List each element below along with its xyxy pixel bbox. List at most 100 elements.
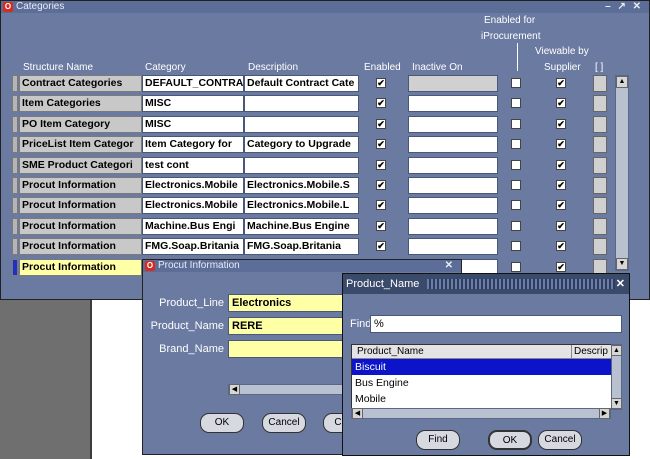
scroll-left-icon[interactable]: ◀: [352, 408, 363, 419]
iprocurement-checkbox[interactable]: [511, 160, 521, 170]
row-extra-button[interactable]: [593, 218, 607, 235]
iprocurement-checkbox[interactable]: [511, 139, 521, 149]
structure-name-cell[interactable]: Procut Information: [19, 218, 142, 235]
scroll-down-icon[interactable]: ▼: [616, 258, 628, 270]
row-selector[interactable]: [12, 157, 18, 174]
description-cell[interactable]: [244, 157, 359, 174]
inactive-on-cell[interactable]: [408, 116, 498, 133]
ok-button[interactable]: OK: [488, 430, 532, 450]
row-extra-button[interactable]: [593, 197, 607, 214]
structure-name-cell[interactable]: Procut Information: [19, 177, 142, 194]
structure-name-cell[interactable]: Item Categories: [19, 95, 142, 112]
row-extra-button[interactable]: [593, 95, 607, 112]
row-selector[interactable]: [12, 218, 18, 235]
iprocurement-checkbox[interactable]: [511, 221, 521, 231]
row-extra-button[interactable]: [593, 177, 607, 194]
enabled-checkbox[interactable]: ✔: [376, 119, 386, 129]
close-icon[interactable]: ✕: [616, 274, 625, 294]
structure-name-cell[interactable]: SME Product Categori: [19, 157, 142, 174]
category-cell[interactable]: Electronics.Mobile: [142, 197, 244, 214]
enabled-checkbox[interactable]: ✔: [376, 98, 386, 108]
lov-list-item[interactable]: Biscuit: [352, 359, 613, 375]
lov-titlebar[interactable]: Product_Name ✕: [343, 274, 629, 294]
row-selector[interactable]: [12, 259, 18, 276]
description-cell[interactable]: Machine.Bus Engine: [244, 218, 359, 235]
category-cell[interactable]: MISC: [142, 116, 244, 133]
description-cell[interactable]: [244, 95, 359, 112]
row-selector[interactable]: [12, 95, 18, 112]
iprocurement-checkbox[interactable]: [511, 98, 521, 108]
structure-name-cell[interactable]: Contract Categories: [19, 75, 142, 92]
viewable-by-supplier-checkbox[interactable]: ✔: [556, 78, 566, 88]
inactive-on-cell[interactable]: [408, 95, 498, 112]
row-extra-button[interactable]: [593, 116, 607, 133]
category-cell[interactable]: Machine.Bus Engi: [142, 218, 244, 235]
scroll-down-icon[interactable]: ▼: [611, 398, 622, 409]
category-cell[interactable]: test cont: [142, 157, 244, 174]
row-selector[interactable]: [12, 136, 18, 153]
inactive-on-cell[interactable]: [408, 238, 498, 255]
row-selector[interactable]: [12, 116, 18, 133]
iprocurement-checkbox[interactable]: [511, 200, 521, 210]
description-cell[interactable]: FMG.Soap.Britania: [244, 238, 359, 255]
structure-name-cell[interactable]: Procut Information: [19, 259, 142, 276]
viewable-by-supplier-checkbox[interactable]: ✔: [556, 160, 566, 170]
structure-name-cell[interactable]: Procut Information: [19, 238, 142, 255]
viewable-by-supplier-checkbox[interactable]: ✔: [556, 200, 566, 210]
category-cell[interactable]: FMG.Soap.Britania: [142, 238, 244, 255]
inactive-on-cell[interactable]: [408, 75, 498, 92]
description-cell[interactable]: Category to Upgrade: [244, 136, 359, 153]
description-cell[interactable]: Electronics.Mobile.S: [244, 177, 359, 194]
description-cell[interactable]: [244, 116, 359, 133]
structure-name-cell[interactable]: PriceList Item Categor: [19, 136, 142, 153]
row-selector[interactable]: [12, 177, 18, 194]
viewable-by-supplier-checkbox[interactable]: ✔: [556, 119, 566, 129]
viewable-by-supplier-checkbox[interactable]: ✔: [556, 221, 566, 231]
categories-titlebar[interactable]: O Categories – ↗ ✕: [1, 1, 649, 13]
structure-name-cell[interactable]: Procut Information: [19, 197, 142, 214]
structure-name-cell[interactable]: PO Item Category: [19, 116, 142, 133]
row-selector[interactable]: [12, 238, 18, 255]
row-selector[interactable]: [12, 75, 18, 92]
row-extra-button[interactable]: [593, 157, 607, 174]
enabled-checkbox[interactable]: ✔: [376, 221, 386, 231]
iprocurement-checkbox[interactable]: [511, 180, 521, 190]
lov-list-item[interactable]: Bus Engine: [352, 375, 613, 391]
category-cell[interactable]: Item Category for: [142, 136, 244, 153]
cancel-button[interactable]: Cancel: [262, 413, 306, 433]
enabled-checkbox[interactable]: ✔: [376, 200, 386, 210]
scroll-right-icon[interactable]: ▶: [599, 408, 610, 419]
procut-horizontal-scrollbar[interactable]: ◀: [228, 384, 353, 395]
lov-list-item[interactable]: Mobile: [352, 391, 613, 407]
lov-horizontal-scrollbar[interactable]: ◀ ▶: [351, 408, 611, 419]
category-cell[interactable]: Electronics.Mobile: [142, 177, 244, 194]
column-description[interactable]: Descrip: [571, 345, 608, 359]
inactive-on-cell[interactable]: [408, 197, 498, 214]
inactive-on-cell[interactable]: [408, 177, 498, 194]
row-selector[interactable]: [12, 197, 18, 214]
viewable-by-supplier-checkbox[interactable]: ✔: [556, 180, 566, 190]
column-product-name[interactable]: Product_Name: [357, 345, 424, 359]
row-extra-button[interactable]: [593, 136, 607, 153]
description-cell[interactable]: Electronics.Mobile.L: [244, 197, 359, 214]
inactive-on-cell[interactable]: [408, 136, 498, 153]
iprocurement-checkbox[interactable]: [511, 262, 521, 272]
enabled-checkbox[interactable]: ✔: [376, 160, 386, 170]
enabled-checkbox[interactable]: ✔: [376, 241, 386, 251]
viewable-by-supplier-checkbox[interactable]: ✔: [556, 139, 566, 149]
viewable-by-supplier-checkbox[interactable]: ✔: [556, 241, 566, 251]
ok-button[interactable]: OK: [200, 413, 244, 433]
enabled-checkbox[interactable]: ✔: [376, 180, 386, 190]
window-controls-icon[interactable]: – ↗ ✕: [605, 1, 643, 13]
find-button[interactable]: Find: [416, 430, 460, 450]
categories-vertical-scrollbar[interactable]: ▲ ▼: [615, 75, 629, 271]
category-cell[interactable]: MISC: [142, 95, 244, 112]
description-cell[interactable]: Default Contract Cate: [244, 75, 359, 92]
enabled-checkbox[interactable]: ✔: [376, 78, 386, 88]
enabled-checkbox[interactable]: ✔: [376, 139, 386, 149]
row-extra-button[interactable]: [593, 75, 607, 92]
category-cell[interactable]: DEFAULT_CONTRA: [142, 75, 244, 92]
iprocurement-checkbox[interactable]: [511, 119, 521, 129]
lov-vertical-scrollbar[interactable]: ▲ ▼: [611, 344, 622, 410]
scroll-up-icon[interactable]: ▲: [616, 76, 628, 88]
